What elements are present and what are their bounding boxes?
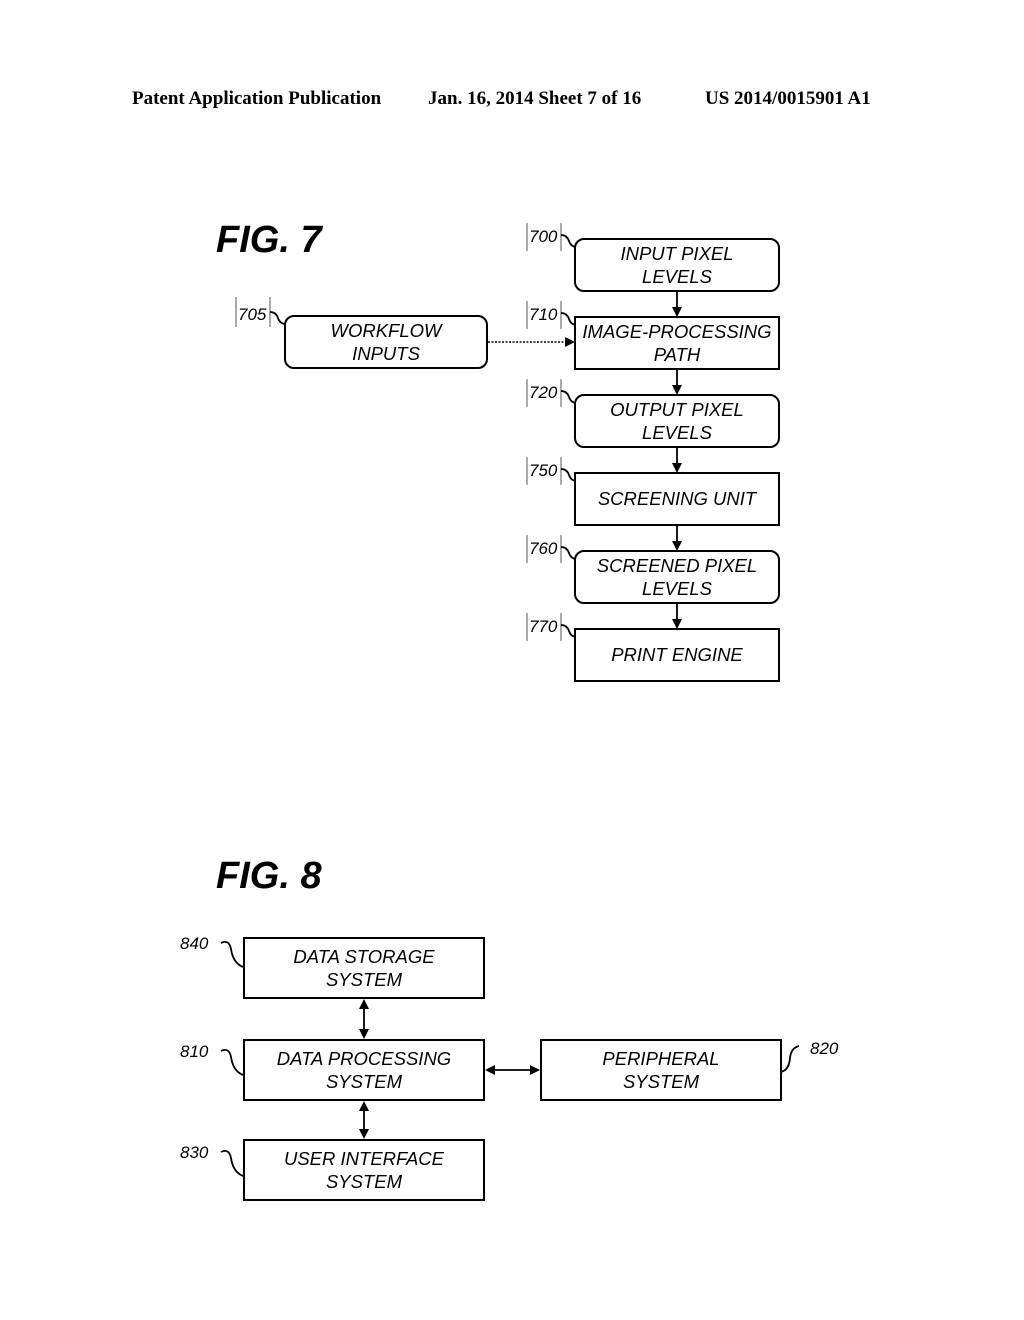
fig7-box-label: LEVELS xyxy=(642,578,713,599)
data-processing-line2: SYSTEM xyxy=(326,1071,403,1092)
data-storage-block: 840 DATA STORAGE SYSTEM xyxy=(180,934,485,999)
arrowhead-icon xyxy=(359,999,369,1009)
data-processing-block: 810 DATA PROCESSING SYSTEM xyxy=(180,1039,485,1101)
fig8-title: FIG. 8 xyxy=(216,855,322,897)
ref-720: 720 xyxy=(529,383,558,402)
workflow-inputs-block: 705 WORKFLOW INPUTS xyxy=(235,297,488,369)
fig7-step-770: 770 PRINT ENGINE xyxy=(526,613,780,682)
fig8: FIG. 8 840 DATA STORAGE SYSTEM 810 DATA … xyxy=(180,855,839,1201)
ref-760: 760 xyxy=(529,539,558,558)
leader-line xyxy=(269,311,287,325)
fig7: FIG. 7 705 WORKFLOW INPUTS 700 INPUT PIXE… xyxy=(216,219,780,682)
leader-line xyxy=(220,1149,244,1177)
fig7-step-700: 700 INPUT PIXELLEVELS xyxy=(526,223,780,317)
ref-705: 705 xyxy=(238,305,267,324)
leader-line xyxy=(780,1045,800,1073)
arrowhead-icon xyxy=(565,337,575,347)
ref-820: 820 xyxy=(810,1039,839,1058)
arrowhead-icon xyxy=(530,1065,540,1075)
fig7-box-label: SCREENED PIXEL xyxy=(597,555,757,576)
fig7-step-760: 760 SCREENED PIXELLEVELS xyxy=(526,535,780,629)
ref-840: 840 xyxy=(180,934,209,953)
peripheral-line2: SYSTEM xyxy=(623,1071,700,1092)
arrowhead-icon xyxy=(359,1129,369,1139)
peripheral-line1: PERIPHERAL xyxy=(602,1048,719,1069)
fig7-box-label: LEVELS xyxy=(642,266,713,287)
arrowhead-icon xyxy=(359,1101,369,1111)
ref-770: 770 xyxy=(529,617,558,636)
arrowhead-icon xyxy=(672,463,682,473)
leader-line xyxy=(220,940,244,968)
ref-750: 750 xyxy=(529,461,558,480)
ref-810: 810 xyxy=(180,1042,209,1061)
workflow-inputs-line2: INPUTS xyxy=(352,343,421,364)
fig7-box-label: LEVELS xyxy=(642,422,713,443)
data-processing-line1: DATA PROCESSING xyxy=(277,1048,451,1069)
fig7-box-label: PATH xyxy=(654,344,701,365)
peripheral-block: PERIPHERAL SYSTEM 820 xyxy=(540,1039,839,1101)
workflow-inputs-line1: WORKFLOW xyxy=(331,320,444,341)
fig7-title: FIG. 7 xyxy=(216,219,323,261)
fig7-box-label: SCREENING UNIT xyxy=(598,488,758,509)
ref-710: 710 xyxy=(529,305,558,324)
fig7-chain: 700INPUT PIXELLEVELS710IMAGE-PROCESSINGP… xyxy=(526,223,780,682)
data-storage-line1: DATA STORAGE xyxy=(293,946,435,967)
fig7-step-750: 750 SCREENING UNIT xyxy=(526,457,780,551)
user-interface-block: 830 USER INTERFACE SYSTEM xyxy=(180,1139,485,1201)
fig7-box-label: IMAGE-PROCESSING xyxy=(582,321,771,342)
fig7-step-720: 720 OUTPUT PIXELLEVELS xyxy=(526,379,780,473)
ref-830: 830 xyxy=(180,1143,209,1162)
arrowhead-icon xyxy=(672,385,682,395)
arrowhead-icon xyxy=(672,619,682,629)
arrowhead-icon xyxy=(672,541,682,551)
data-storage-line2: SYSTEM xyxy=(326,969,403,990)
arrowhead-icon xyxy=(672,307,682,317)
user-interface-line1: USER INTERFACE xyxy=(284,1148,445,1169)
arrowhead-icon xyxy=(485,1065,495,1075)
arrowhead-icon xyxy=(359,1029,369,1039)
fig7-box-label: PRINT ENGINE xyxy=(611,644,743,665)
leader-line xyxy=(220,1048,244,1076)
fig7-box-label: INPUT PIXEL xyxy=(620,243,733,264)
user-interface-line2: SYSTEM xyxy=(326,1171,403,1192)
ref-700: 700 xyxy=(529,227,558,246)
patent-figures: FIG. 7 705 WORKFLOW INPUTS 700 INPUT PIXE… xyxy=(180,219,839,1201)
fig7-step-710: 710 IMAGE-PROCESSINGPATH xyxy=(526,301,780,395)
fig7-box-label: OUTPUT PIXEL xyxy=(610,399,744,420)
